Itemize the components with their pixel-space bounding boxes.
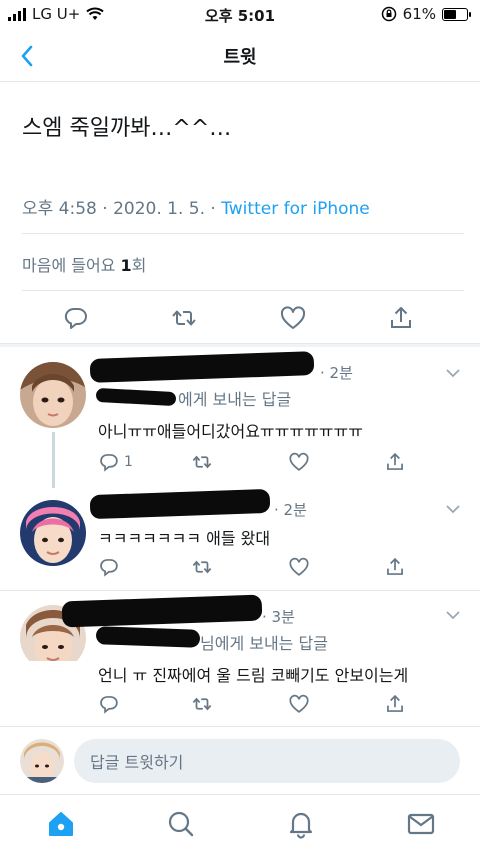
battery-percent: 61% bbox=[402, 5, 436, 23]
redacted-username bbox=[89, 488, 271, 520]
retweet-button[interactable] bbox=[191, 555, 213, 579]
reply-icon bbox=[100, 696, 118, 714]
reply-icon bbox=[64, 307, 87, 329]
like-button[interactable] bbox=[288, 555, 310, 579]
retweet-icon bbox=[192, 697, 212, 711]
tweet-meta: 오후 4:58 · 2020. 1. 5. · Twitter for iPho… bbox=[22, 194, 370, 219]
like-icon bbox=[289, 557, 309, 576]
divider bbox=[22, 290, 464, 291]
share-icon bbox=[391, 307, 411, 328]
like-icon bbox=[289, 694, 309, 713]
tab-notifications[interactable] bbox=[286, 809, 316, 839]
reply-count: 1 bbox=[124, 454, 133, 470]
avatar[interactable] bbox=[20, 362, 86, 428]
tweet-timestamp: 오후 4:58 · 2020. 1. 5. · bbox=[22, 199, 222, 219]
reply-text: 언니 ㅠ 진짜에여 울 드림 코빼기도 안보이는게 bbox=[98, 666, 409, 685]
status-bar: LG U+ 오후 5:01 61% bbox=[0, 0, 480, 30]
redacted-username bbox=[61, 594, 263, 628]
avatar[interactable] bbox=[20, 500, 86, 566]
divider bbox=[0, 590, 480, 591]
reply-input[interactable]: 답글 트윗하기 bbox=[74, 739, 460, 783]
chevron-down-icon[interactable] bbox=[444, 500, 462, 518]
notifications-icon bbox=[289, 812, 313, 839]
home-icon bbox=[49, 812, 73, 836]
like-icon bbox=[280, 306, 306, 329]
share-button[interactable] bbox=[384, 692, 406, 716]
like-button[interactable] bbox=[279, 304, 307, 332]
tab-messages[interactable] bbox=[406, 809, 436, 839]
chevron-down-icon[interactable] bbox=[444, 606, 462, 624]
retweet-button[interactable] bbox=[191, 450, 213, 474]
reply-button[interactable] bbox=[62, 304, 90, 332]
tab-home[interactable] bbox=[46, 809, 76, 839]
share-icon bbox=[387, 452, 403, 470]
share-button[interactable] bbox=[384, 555, 406, 579]
redacted-mention bbox=[95, 387, 177, 407]
reply-button[interactable]: 1 bbox=[98, 450, 133, 474]
page-title: 트윗 bbox=[223, 47, 257, 68]
nav-bar: 트윗 bbox=[0, 30, 480, 82]
reply-time: · 2분 bbox=[320, 364, 353, 382]
redacted-mention bbox=[95, 626, 201, 648]
retweet-button[interactable] bbox=[170, 304, 198, 332]
reply-text: ㅋㅋㅋㅋㅋㅋㅋ 애들 왔대 bbox=[98, 529, 271, 548]
reply-icon bbox=[100, 454, 118, 472]
status-right: 61% bbox=[381, 5, 471, 23]
tweet-source-link[interactable]: Twitter for iPhone bbox=[221, 199, 370, 219]
messages-icon bbox=[407, 813, 435, 835]
tweet-text: 스엠 죽일까봐…^^… bbox=[22, 116, 232, 141]
retweet-button[interactable] bbox=[191, 692, 213, 716]
reply-time: · 3분 bbox=[262, 608, 295, 626]
retweet-icon bbox=[172, 310, 196, 326]
reply-time: · 2분 bbox=[274, 501, 307, 519]
thread-line bbox=[52, 432, 55, 488]
reply-composer: 답글 트윗하기 bbox=[0, 726, 480, 794]
retweet-icon bbox=[192, 560, 212, 574]
reply-button[interactable] bbox=[98, 555, 120, 579]
reply-to-label: 님에게 보내는 답글 bbox=[200, 634, 328, 653]
share-icon bbox=[387, 557, 403, 575]
search-icon bbox=[168, 811, 194, 837]
likes-suffix: 회 bbox=[131, 256, 147, 275]
share-icon bbox=[387, 694, 403, 712]
reply-to-label: 에게 보내는 답글 bbox=[178, 390, 292, 409]
share-button[interactable] bbox=[387, 304, 415, 332]
like-button[interactable] bbox=[288, 450, 310, 474]
redacted-username bbox=[89, 351, 315, 383]
avatar[interactable] bbox=[20, 739, 64, 783]
reply-icon bbox=[100, 559, 118, 577]
likes-label: 마음에 들어요 bbox=[22, 256, 121, 275]
like-icon bbox=[289, 452, 309, 471]
section-divider bbox=[0, 343, 480, 347]
tab-search[interactable] bbox=[166, 809, 196, 839]
tab-bar bbox=[0, 794, 480, 854]
likes-count-link[interactable]: 마음에 들어요 1회 bbox=[22, 252, 146, 276]
retweet-icon bbox=[192, 455, 212, 469]
share-button[interactable] bbox=[384, 450, 406, 474]
divider bbox=[22, 233, 464, 234]
battery-icon bbox=[442, 7, 471, 21]
chevron-down-icon[interactable] bbox=[444, 364, 462, 382]
orientation-lock-icon bbox=[381, 6, 396, 22]
reply-text: 아니ㅠㅠ애들어디갔어요ㅠㅠㅠㅠㅠㅠㅠ bbox=[98, 422, 363, 441]
likes-number: 1 bbox=[120, 256, 132, 275]
like-button[interactable] bbox=[288, 692, 310, 716]
reply-button[interactable] bbox=[98, 692, 120, 716]
